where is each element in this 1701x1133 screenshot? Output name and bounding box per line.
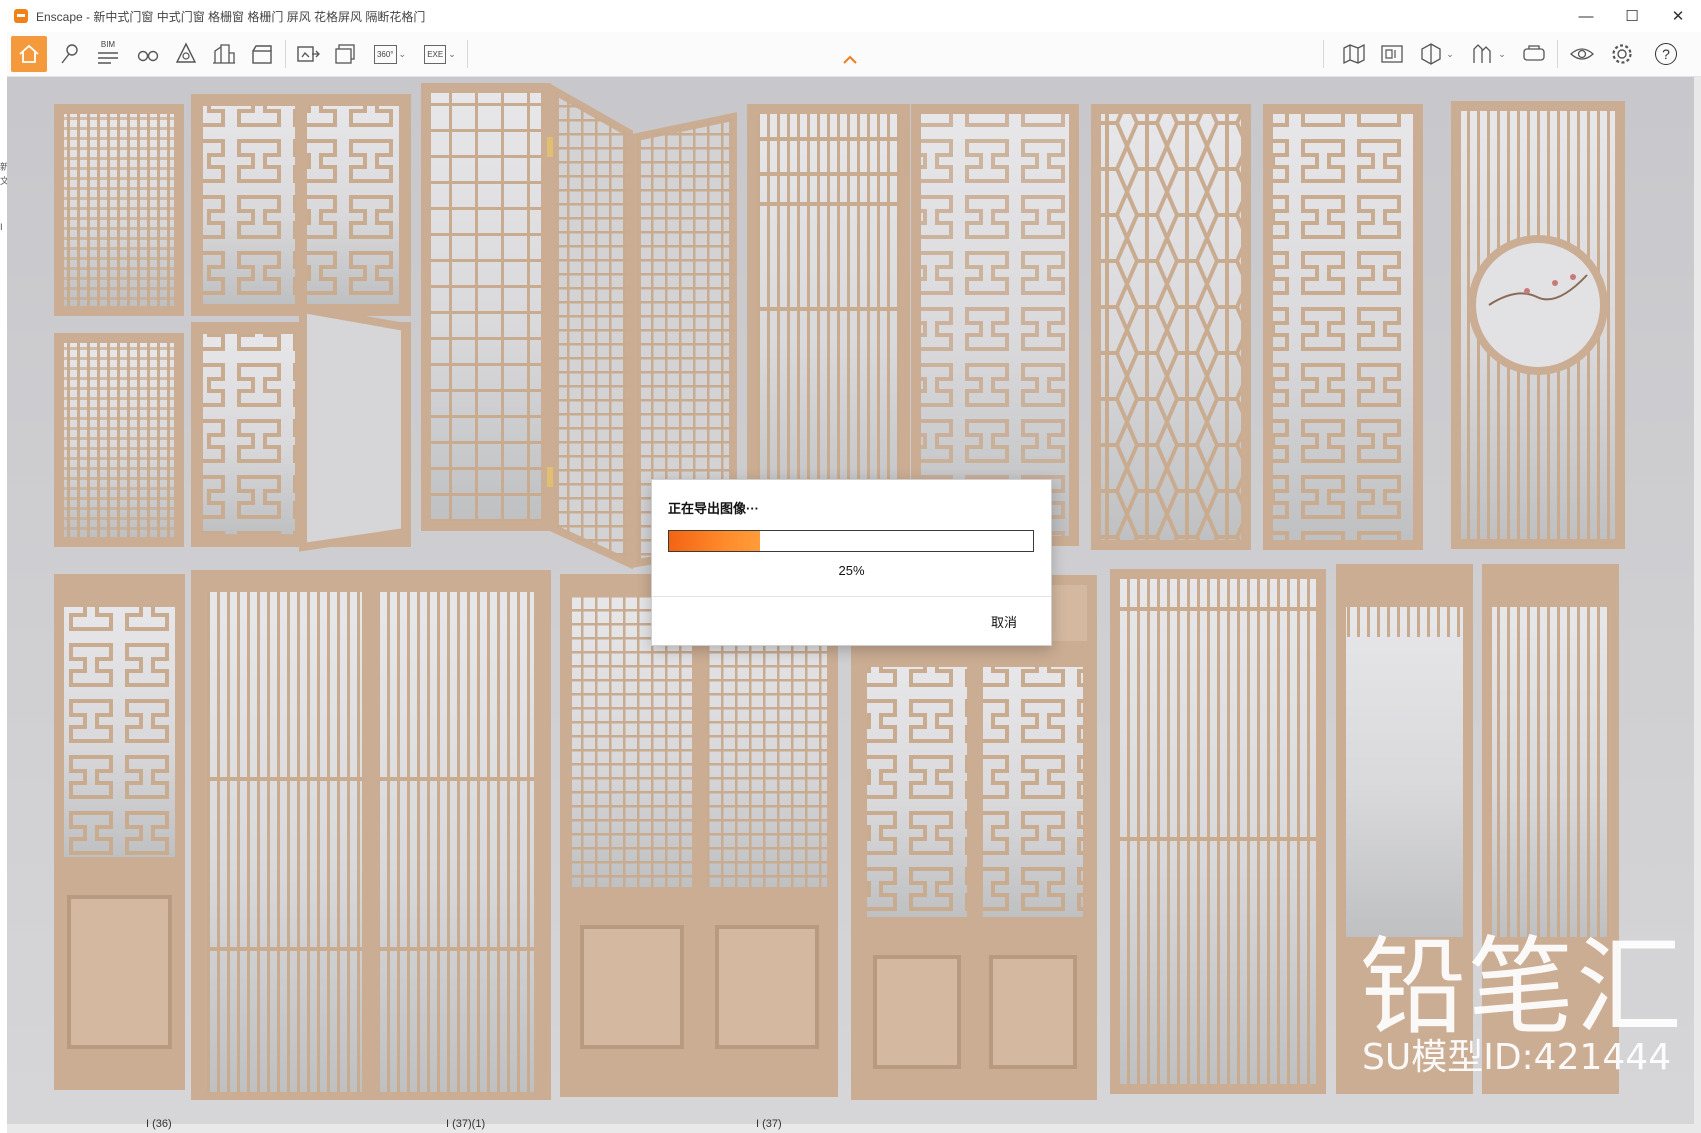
double-door — [560, 574, 838, 1097]
location-pin-icon — [61, 44, 78, 64]
bim-label: BIM — [100, 40, 116, 49]
door-panel — [54, 574, 185, 1090]
cube-button[interactable]: ⌄ — [1413, 38, 1459, 70]
home-button[interactable] — [11, 36, 47, 72]
chevron-down-icon: ⌄ — [448, 48, 456, 59]
watermark-model-id: SU模型ID:421444 — [1362, 1037, 1672, 1078]
window-controls: — ☐ ✕ — [1563, 0, 1701, 32]
section-plane-icon — [1381, 45, 1403, 63]
objects-button[interactable] — [169, 38, 203, 70]
enscape-logo-icon — [14, 9, 28, 23]
edge-char: Ⅰ — [0, 222, 3, 232]
vr-headset-icon — [1523, 45, 1545, 61]
building-icon — [213, 44, 235, 64]
close-button[interactable]: ✕ — [1655, 0, 1701, 32]
gear-icon — [1612, 44, 1632, 64]
map-button[interactable] — [1337, 38, 1371, 70]
chevron-up-icon[interactable] — [842, 55, 858, 65]
hex-screen — [1091, 104, 1251, 550]
cube-icon — [1421, 43, 1441, 65]
bim-button[interactable]: BIM — [91, 38, 125, 70]
double-door — [851, 575, 1097, 1100]
eye-icon — [1570, 48, 1594, 60]
title-bar: Enscape - 新中式门窗 中式门窗 格栅窗 格栅门 屏风 花格屏风 隔断花… — [0, 0, 1701, 33]
minimize-button[interactable]: — — [1563, 0, 1609, 32]
lattice-screen — [1110, 569, 1326, 1094]
dialog-divider — [652, 596, 1051, 597]
progress-percent: 25% — [838, 563, 865, 578]
fret-screen — [1263, 104, 1423, 550]
scene-label: I (37) — [756, 1118, 782, 1130]
watermark-brand: 铅笔汇 — [1360, 926, 1684, 1049]
help-button[interactable]: ? — [1649, 38, 1683, 70]
scene-labels: I (36) I (37)(1) I (37) — [0, 1118, 1701, 1133]
panorama-label: 360° — [373, 44, 397, 64]
map-icon — [1343, 43, 1365, 65]
binoculars-icon — [137, 50, 159, 62]
vr-button[interactable] — [1517, 38, 1551, 70]
left-window-edge: 新 文 Ⅰ — [0, 32, 9, 1133]
bim-info-icon — [98, 52, 118, 64]
vegetation-icon — [1473, 44, 1491, 63]
help-icon: ? — [1655, 43, 1677, 65]
binoculars-button[interactable] — [131, 38, 165, 70]
exe-export-button[interactable]: EXE ⌄ — [417, 38, 463, 70]
window-panel — [54, 333, 184, 547]
export-progress-dialog: 正在导出图像··· 25% 取消 — [651, 479, 1052, 646]
vegetation-button[interactable]: ⌄ — [1465, 38, 1511, 70]
chevron-down-icon: ⌄ — [1446, 48, 1454, 59]
cancel-button[interactable]: 取消 — [991, 612, 1017, 631]
scene-label: I (36) — [146, 1118, 172, 1130]
window-panel — [54, 104, 184, 316]
sliding-door — [191, 570, 551, 1100]
video-button[interactable] — [245, 38, 279, 70]
progress-bar — [668, 530, 1034, 552]
moon-gate-screen — [1451, 101, 1625, 549]
visibility-button[interactable] — [1565, 38, 1599, 70]
chevron-down-icon: ⌄ — [398, 48, 407, 59]
dialog-title: 正在导出图像··· — [668, 501, 759, 516]
panorama-button[interactable]: 360° ⌄ — [367, 38, 413, 70]
window-title: Enscape - 新中式门窗 中式门窗 格栅窗 格栅门 屏风 花格屏风 隔断花… — [36, 9, 426, 24]
screenshot-button[interactable] — [291, 38, 325, 70]
window-panel — [191, 304, 411, 552]
asset-library-icon — [175, 42, 197, 63]
clapperboard-icon — [252, 45, 272, 64]
home-icon — [19, 44, 39, 63]
batch-render-button[interactable] — [329, 38, 363, 70]
buildings-button[interactable] — [207, 38, 241, 70]
scene-label: I (37)(1) — [446, 1118, 486, 1130]
batch-render-icon — [335, 44, 355, 64]
maximize-button[interactable]: ☐ — [1609, 0, 1655, 32]
progress-fill — [669, 531, 760, 551]
exe-label: EXE — [424, 44, 447, 64]
window-panel — [191, 94, 411, 316]
section-button[interactable] — [1375, 38, 1409, 70]
settings-button[interactable] — [1605, 38, 1639, 70]
chevron-down-icon: ⌄ — [1498, 48, 1506, 59]
screenshot-export-icon — [297, 46, 320, 62]
views-button[interactable] — [53, 38, 87, 70]
